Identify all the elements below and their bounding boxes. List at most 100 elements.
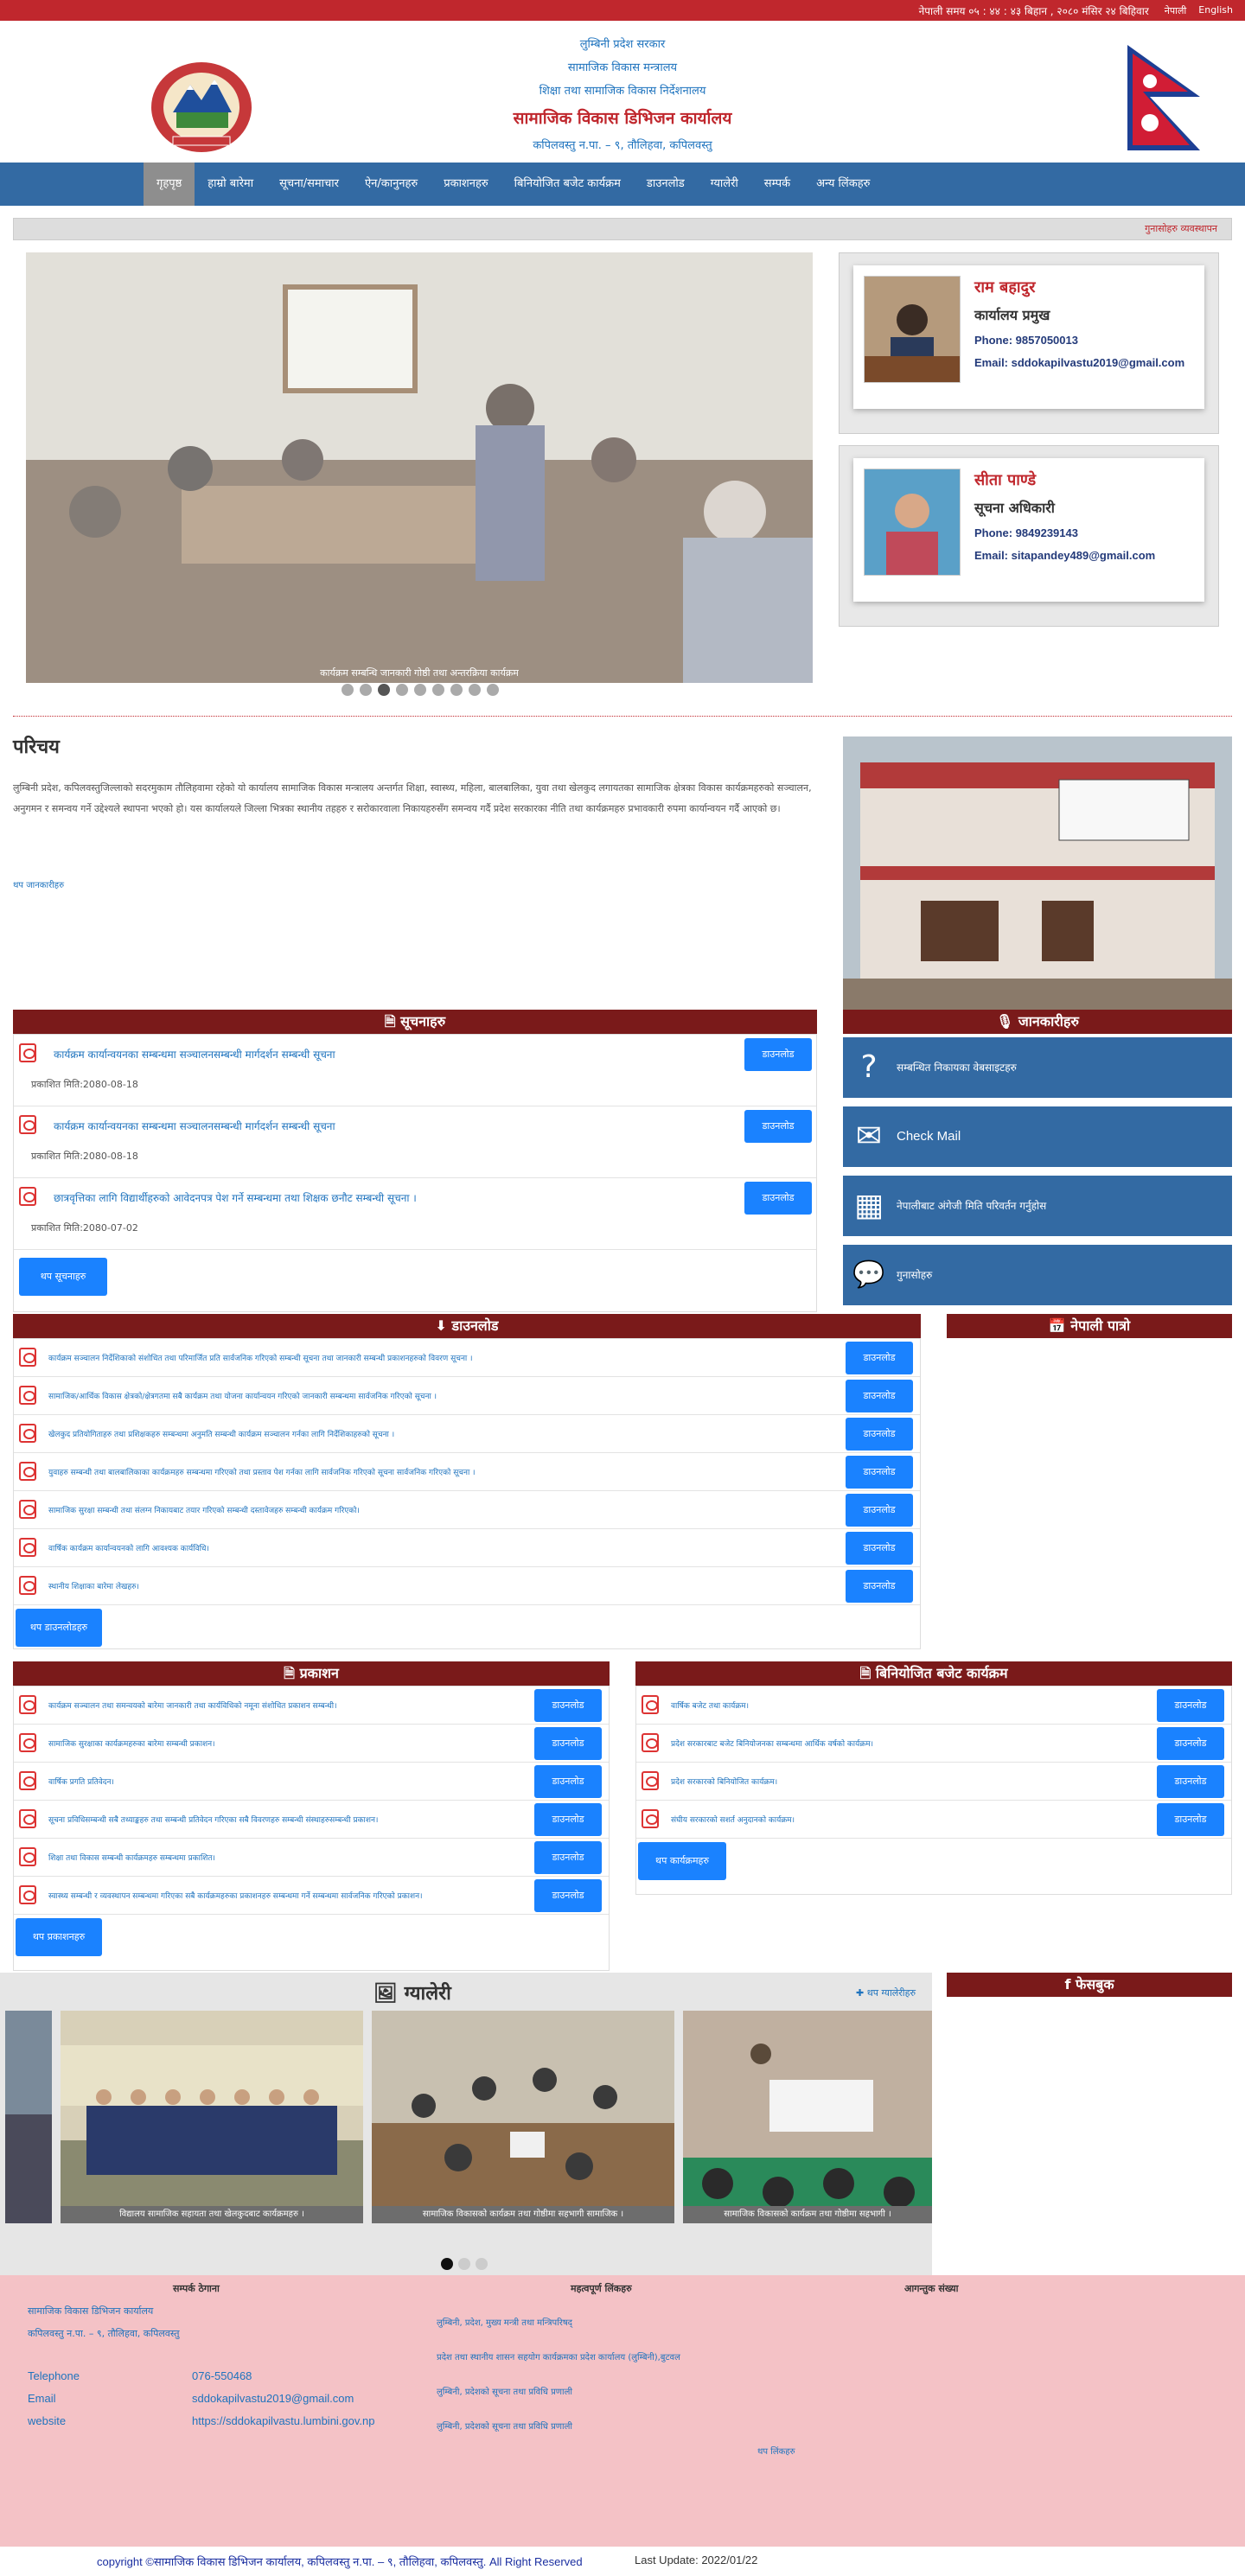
slider-dot[interactable] bbox=[432, 684, 444, 696]
more-publications-button[interactable]: थप प्रकाशनहरु bbox=[16, 1918, 102, 1956]
download-item-link[interactable]: सामाजिक सुरक्षा सम्बन्धी तथा संलग्न निका… bbox=[48, 1504, 837, 1515]
footer-link[interactable]: लुम्बिनी, प्रदेशको सूचना तथा प्रविधि प्र… bbox=[437, 2410, 680, 2445]
news-download-button[interactable]: डाउनलोड bbox=[744, 1038, 812, 1071]
email-value[interactable]: sddokapilvastu2019@gmail.com bbox=[192, 2388, 375, 2410]
budget-download-button[interactable]: डाउनलोड bbox=[1157, 1803, 1224, 1836]
nav-home[interactable]: गृहपृष्ठ bbox=[144, 163, 195, 206]
footer-more-links[interactable]: थप लिंकहरु bbox=[757, 2445, 795, 2457]
publication-download-button[interactable]: डाउनलोड bbox=[534, 1803, 602, 1836]
download-download-button[interactable]: डाउनलोड bbox=[846, 1494, 913, 1527]
gallery-photo[interactable]: सामाजिक विकासको कार्यक्रम तथा गोष्ठीमा स… bbox=[683, 2011, 932, 2223]
publication-item-link[interactable]: कार्यक्रम सञ्चालन तथा समन्वयको बारेमा जा… bbox=[48, 1699, 526, 1711]
slider-dot[interactable] bbox=[396, 684, 408, 696]
publication-item-link[interactable]: स्वास्थ्य सम्बन्धी र व्यवस्थापन सम्बन्धम… bbox=[48, 1890, 526, 1901]
slider-dot[interactable] bbox=[360, 684, 372, 696]
publication-download-button[interactable]: डाउनलोड bbox=[534, 1689, 602, 1722]
intro-more-link[interactable]: थप जानकारीहरु bbox=[13, 878, 64, 890]
footer-visitors-title: आगन्तुक संख्या bbox=[904, 2283, 959, 2294]
news-item-link[interactable]: कार्यक्रम कार्यान्वयनका सम्बन्धमा सञ्चाल… bbox=[54, 1047, 335, 1062]
slider-dot[interactable] bbox=[469, 684, 481, 696]
lang-nepali-link[interactable]: नेपाली bbox=[1165, 4, 1187, 17]
footer-link[interactable]: प्रदेश तथा स्थानीय शासन सहयोग कार्यक्रमक… bbox=[437, 2341, 680, 2375]
download-item-link[interactable]: सामाजिक/आर्थिक विकास क्षेत्रको/क्षेत्रगत… bbox=[48, 1390, 837, 1401]
nav-laws[interactable]: ऐन/कानुनहरु bbox=[352, 163, 431, 206]
image-slider[interactable]: कार्यक्रम सम्बन्धि जानकारी गोष्ठी तथा अन… bbox=[26, 252, 813, 683]
slider-dot[interactable] bbox=[487, 684, 499, 696]
budget-item-link[interactable]: संघीय सरकारको सशर्त अनुदानको कार्यक्रम। bbox=[671, 1814, 1148, 1825]
more-budget-button[interactable]: थप कार्यक्रमहरु bbox=[638, 1842, 726, 1880]
chief-phone: Phone: 9857050013 bbox=[974, 334, 1078, 347]
lang-english-link[interactable]: English bbox=[1198, 4, 1233, 17]
more-downloads-button[interactable]: थप डाउनलोडहरु bbox=[16, 1609, 102, 1647]
download-download-button[interactable]: डाउनलोड bbox=[846, 1418, 913, 1451]
gallery-photo[interactable]: विद्यालय सामाजिक सहायता तथा खेलकुदबाट का… bbox=[61, 2011, 363, 2223]
footer-link[interactable]: लुम्बिनी, प्रदेशको सूचना तथा प्रविधि प्र… bbox=[437, 2375, 680, 2410]
quick-link-label: नेपालीबाट अंगेजी मिति परिवर्तन गर्नुहोस bbox=[897, 1200, 1047, 1212]
slider-dot[interactable] bbox=[378, 684, 390, 696]
footer-link[interactable]: लुम्बिनी, प्रदेश, मुख्य मन्त्री तथा मन्त… bbox=[437, 2306, 680, 2341]
publication-download-button[interactable]: डाउनलोड bbox=[534, 1879, 602, 1912]
publication-download-button[interactable]: डाउनलोड bbox=[534, 1841, 602, 1874]
nav-gallery[interactable]: ग्यालेरी bbox=[698, 163, 751, 206]
nav-contact[interactable]: सम्पर्क bbox=[751, 163, 803, 206]
gallery-dot[interactable] bbox=[476, 2258, 488, 2270]
download-download-button[interactable]: डाउनलोड bbox=[846, 1456, 913, 1489]
publication-item-link[interactable]: शिक्षा तथा विकास सम्बन्धी कार्यक्रमहरु स… bbox=[48, 1852, 526, 1863]
download-item: स्थानीय शिक्षाका बारेमा लेखहरु। डाउनलोड bbox=[14, 1567, 920, 1605]
download-item-link[interactable]: स्थानीय शिक्षाका बारेमा लेखहरु। bbox=[48, 1580, 837, 1591]
news-item-link[interactable]: कार्यक्रम कार्यान्वयनका सम्बन्धमा सञ्चाल… bbox=[54, 1119, 335, 1133]
nav-download[interactable]: डाउनलोड bbox=[634, 163, 698, 206]
download-item-link[interactable]: वार्षिक कार्यक्रम कार्यान्वयनको लागि आवश… bbox=[48, 1542, 837, 1553]
nav-news[interactable]: सूचना/समाचार bbox=[266, 163, 352, 206]
budget-download-button[interactable]: डाउनलोड bbox=[1157, 1765, 1224, 1798]
download-item-link[interactable]: युवाहरु सम्बन्धी तथा बालबालिकाका कार्यक्… bbox=[48, 1466, 837, 1477]
gallery-photo[interactable] bbox=[5, 2011, 52, 2223]
nav-budget[interactable]: बिनियोजित बजेट कार्यक्रम bbox=[501, 163, 634, 206]
slider-dot[interactable] bbox=[342, 684, 354, 696]
pdf-icon bbox=[642, 1733, 659, 1752]
publication-item-link[interactable]: सामाजिक सुरक्षाका कार्यक्रमहरुका बारेमा … bbox=[48, 1738, 526, 1749]
more-gallery-link[interactable]: ✚ थप ग्यालेरीहरु bbox=[856, 1986, 916, 1999]
download-download-button[interactable]: डाउनलोड bbox=[846, 1380, 913, 1412]
quick-link-grievances[interactable]: 💬 गुनासोहरु bbox=[843, 1245, 1232, 1305]
slider-dot[interactable] bbox=[414, 684, 426, 696]
publication-item-link[interactable]: वार्षिक प्रगति प्रतिवेदन। bbox=[48, 1776, 526, 1787]
news-item-link[interactable]: छात्रवृत्तिका लागि विद्यार्थीहरुको आवेदन… bbox=[54, 1190, 417, 1205]
quick-link-check-mail[interactable]: ✉ Check Mail bbox=[843, 1106, 1232, 1167]
website-value[interactable]: https://sddokapilvastu.lumbini.gov.np bbox=[192, 2410, 375, 2433]
gallery-dot[interactable] bbox=[458, 2258, 470, 2270]
quick-link-date-converter[interactable]: ▦ नेपालीबाट अंगेजी मिति परिवर्तन गर्नुहोस bbox=[843, 1176, 1232, 1236]
info-officer-name: सीता पाण्डे bbox=[974, 471, 1037, 489]
download-download-button[interactable]: डाउनलोड bbox=[846, 1342, 913, 1374]
info-title: जानकारीहरु bbox=[1018, 1013, 1079, 1030]
publication-download-button[interactable]: डाउनलोड bbox=[534, 1727, 602, 1760]
budget-item-link[interactable]: प्रदेश सरकारबाट बजेट बिनियोजनका सम्बन्धम… bbox=[671, 1738, 1148, 1749]
download-item-link[interactable]: खेलकुद प्रतियोगिताहरु तथा प्रशिक्षकहरु स… bbox=[48, 1428, 837, 1439]
intro-title: परिचय bbox=[13, 736, 60, 758]
chief-email[interactable]: Email: sddokapilvastu2019@gmail.com bbox=[974, 352, 1184, 374]
budget-download-button[interactable]: डाउनलोड bbox=[1157, 1689, 1224, 1722]
publication-item-link[interactable]: सूचना प्रविधिसम्बन्धी सबै तथ्याङ्कहरु तथ… bbox=[48, 1814, 526, 1825]
nav-about[interactable]: हाम्रो बारेमा bbox=[195, 163, 266, 206]
office-address: कपिलवस्तु न.पा. – ९, तौलिहवा, कपिलवस्तु bbox=[533, 139, 712, 152]
news-download-button[interactable]: डाउनलोड bbox=[744, 1110, 812, 1143]
budget-item-link[interactable]: वार्षिक बजेट तथा कार्यक्रम। bbox=[671, 1699, 1148, 1711]
slider-dots bbox=[342, 684, 499, 696]
info-officer-email[interactable]: Email: sitapandey489@gmail.com bbox=[974, 545, 1155, 567]
download-download-button[interactable]: डाउनलोड bbox=[846, 1570, 913, 1603]
nepal-flag-icon bbox=[1127, 45, 1200, 150]
gallery-photo[interactable]: सामाजिक विकासको कार्यक्रम तथा गोष्ठीमा स… bbox=[372, 2011, 674, 2223]
nav-other-links[interactable]: अन्य लिंकहरु bbox=[803, 163, 883, 206]
download-item-link[interactable]: कार्यक्रम सञ्चालन निर्देशिकाको संशोधित त… bbox=[48, 1352, 837, 1363]
publication-download-button[interactable]: डाउनलोड bbox=[534, 1765, 602, 1798]
quick-link-related-sites[interactable]: ? सम्बन्धित निकायका वेबसाइटहरु bbox=[843, 1037, 1232, 1098]
more-news-button[interactable]: थप सूचनाहरु bbox=[19, 1258, 107, 1296]
budget-item-link[interactable]: प्रदेश सरकारको बिनियोजित कार्यक्रम। bbox=[671, 1776, 1148, 1787]
download-download-button[interactable]: डाउनलोड bbox=[846, 1532, 913, 1565]
gallery-dot[interactable] bbox=[441, 2258, 453, 2270]
news-ticker[interactable]: गुनासोहरु व्यवस्थापन bbox=[13, 218, 1232, 240]
budget-download-button[interactable]: डाउनलोड bbox=[1157, 1727, 1224, 1760]
news-download-button[interactable]: डाउनलोड bbox=[744, 1182, 812, 1215]
slider-dot[interactable] bbox=[450, 684, 463, 696]
nav-publications[interactable]: प्रकाशनहरु bbox=[431, 163, 501, 206]
